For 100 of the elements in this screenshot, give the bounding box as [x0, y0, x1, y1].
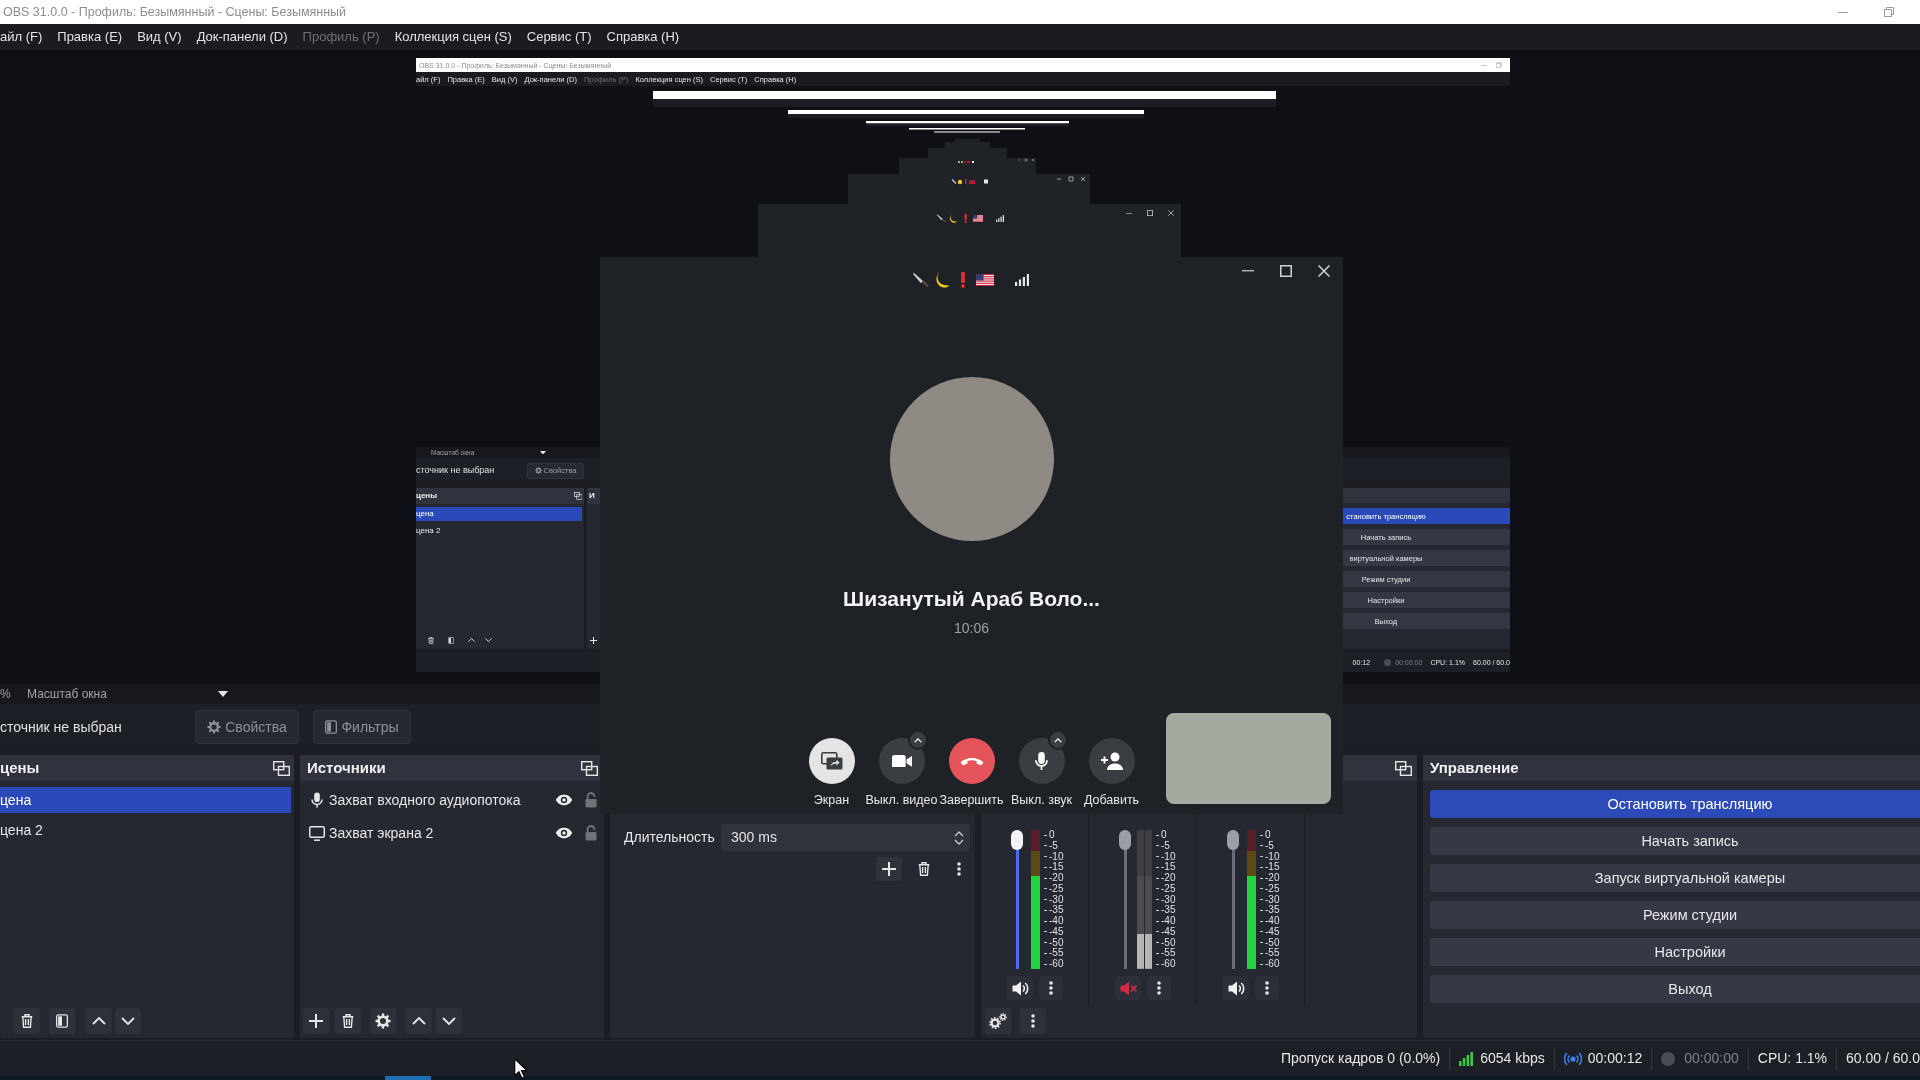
mute-microphone-button[interactable]	[1018, 738, 1065, 784]
close-icon[interactable]	[1318, 265, 1330, 277]
remove-source-button[interactable]	[335, 1008, 361, 1034]
more-vertical-icon	[957, 862, 961, 876]
add-transition-button[interactable]	[876, 857, 902, 881]
scale-label: -15	[1161, 862, 1176, 873]
action-label: Экран	[813, 792, 850, 808]
gear-icon	[207, 720, 222, 734]
scene-filters-button[interactable]	[49, 1008, 75, 1034]
duration-label: Длительность	[624, 829, 716, 846]
scale-label: -50	[1049, 937, 1064, 948]
trash-icon	[918, 862, 930, 876]
device-menu-button[interactable]	[1047, 730, 1068, 750]
control-button[interactable]: Выход	[1430, 975, 1920, 1003]
source-item[interactable]: Захват входного аудиопотока	[329, 791, 521, 809]
mute-button[interactable]	[1007, 976, 1033, 1000]
duration-field[interactable]: 300 ms	[721, 824, 970, 851]
control-button[interactable]: Запуск виртуальной камеры	[1430, 864, 1920, 892]
cpu-usage: CPU: 1.1%	[1757, 1050, 1828, 1067]
dock-title: цены	[0, 759, 40, 777]
control-button[interactable]: Режим студии	[1430, 901, 1920, 929]
scale-label: -5	[1161, 840, 1170, 851]
dropped-frames: Пропуск кадров 0 (0.0%)	[1280, 1050, 1441, 1067]
microphone-icon	[311, 792, 323, 808]
channel-menu-button[interactable]	[1255, 976, 1279, 1000]
mute-button[interactable]	[1223, 976, 1249, 1000]
advanced-audio-button[interactable]	[985, 1008, 1011, 1034]
volume-slider[interactable]	[1011, 830, 1023, 969]
popout-icon[interactable]	[1395, 760, 1412, 776]
scene-item[interactable]: цена 2	[0, 817, 291, 843]
volume-slider[interactable]	[1119, 830, 1131, 969]
knife-icon	[913, 272, 929, 288]
maximize-icon[interactable]	[1280, 265, 1292, 277]
scale-label: -25	[1161, 883, 1176, 894]
menu-item[interactable]: Вид (V)	[137, 29, 182, 45]
chevron-down-icon	[485, 638, 492, 642]
remove-scene-button[interactable]	[14, 1008, 40, 1034]
control-button[interactable]: Остановить трансляцию	[1430, 790, 1920, 818]
scale-label: -35	[1049, 905, 1064, 916]
unlocked-lock-icon[interactable]	[585, 792, 597, 808]
minimize-icon[interactable]	[1242, 270, 1254, 272]
scale-label: 0	[1049, 830, 1055, 840]
device-menu-button[interactable]	[907, 730, 928, 750]
channel-menu-button[interactable]	[1039, 976, 1063, 1000]
dock-title: Источники	[307, 759, 386, 777]
control-button[interactable]: Настройки	[1430, 938, 1920, 966]
move-down-button[interactable]	[436, 1008, 462, 1034]
scale-label: -25	[1265, 883, 1280, 894]
muted-speaker-icon	[1119, 980, 1137, 996]
scale-label: -55	[1161, 948, 1176, 959]
chevron-up-icon	[468, 638, 475, 642]
move-down-button[interactable]	[115, 1008, 141, 1034]
scale-label: -30	[1049, 894, 1064, 905]
popout-icon[interactable]	[581, 760, 598, 776]
slider-thumb[interactable]	[1119, 830, 1131, 850]
control-button[interactable]: Начать запись	[1430, 827, 1920, 855]
menu-item[interactable]: Док-панели (D)	[196, 29, 288, 45]
slider-thumb[interactable]	[1227, 830, 1239, 850]
menu-item[interactable]: Правка (E)	[57, 29, 123, 45]
taskbar-indicator	[385, 1076, 431, 1080]
call-duration: 10:06	[953, 620, 989, 636]
move-up-button[interactable]	[406, 1008, 432, 1034]
menu-item[interactable]: Сервис (T)	[526, 29, 592, 45]
volume-slider[interactable]	[1227, 830, 1239, 969]
source-item[interactable]: Захват экрана 2	[329, 824, 434, 842]
filter-icon	[56, 1014, 68, 1028]
scene-item[interactable]: цена	[0, 787, 291, 813]
monitor-icon	[309, 825, 325, 841]
add-participant-button[interactable]	[1088, 738, 1135, 784]
move-up-button[interactable]	[86, 1008, 112, 1034]
mixer-menu-button[interactable]	[1020, 1008, 1046, 1034]
restore-icon[interactable]	[1884, 7, 1894, 17]
chevron-icon	[1053, 737, 1062, 743]
end-call-button[interactable]	[948, 738, 995, 784]
minimize-icon[interactable]	[1838, 11, 1848, 13]
popout-icon[interactable]	[273, 760, 290, 776]
scale-label: 0	[1265, 830, 1271, 840]
channel-menu-button[interactable]	[1147, 976, 1171, 1000]
add-source-button[interactable]	[303, 1008, 329, 1034]
scale-label: -10	[1265, 851, 1280, 862]
chevron-down-icon	[442, 1017, 456, 1025]
more-vertical-icon	[1049, 981, 1053, 995]
minimize-icon	[1481, 64, 1487, 66]
screen-share-button[interactable]	[808, 738, 855, 784]
video-button[interactable]	[878, 738, 925, 784]
source-properties-button[interactable]	[370, 1008, 396, 1034]
eye-icon[interactable]	[555, 794, 573, 806]
minimize-icon	[1126, 212, 1132, 214]
zoom-dropdown[interactable]: Масштаб окна	[27, 687, 228, 701]
menu-item[interactable]: айл (F)	[0, 29, 43, 45]
menu-item[interactable]: Справка (H)	[606, 29, 680, 45]
scene-item: цена	[416, 507, 582, 521]
dropdown-caret-icon	[218, 691, 228, 697]
menu-item[interactable]: Коллекция сцен (S)	[394, 29, 512, 45]
unlocked-lock-icon[interactable]	[585, 825, 597, 841]
eye-icon[interactable]	[555, 827, 573, 839]
spin-arrows-icon[interactable]	[954, 830, 964, 845]
scale-label: -35	[1161, 905, 1176, 916]
plus-icon	[882, 862, 896, 876]
slider-thumb[interactable]	[1011, 830, 1023, 850]
